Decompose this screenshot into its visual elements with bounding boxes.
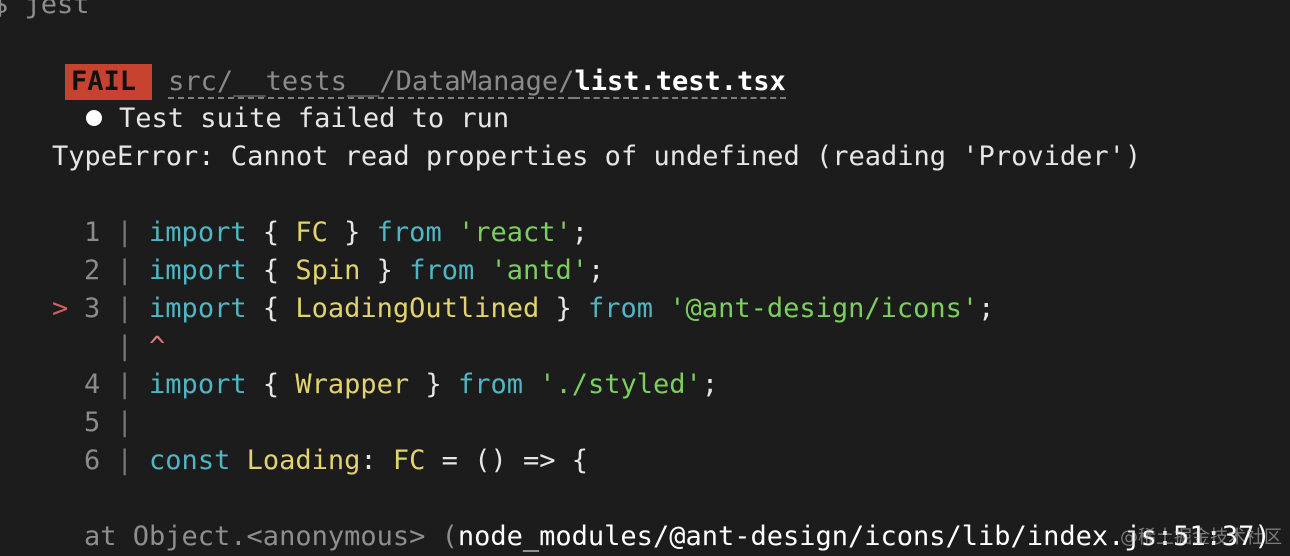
code-line: 4 | import { Wrapper } from './styled'; [52, 366, 718, 404]
gutter-separator: | [100, 293, 150, 324]
identifier: LoadingOutlined [295, 293, 540, 324]
keyword: import [149, 217, 247, 248]
keyword: from [376, 217, 442, 248]
punctuation: { [246, 255, 296, 286]
line-number: 6 [84, 445, 101, 476]
keyword: from [457, 369, 523, 400]
code-line: 6 | const Loading: FC = () => { [52, 442, 588, 480]
gutter-separator: | [100, 407, 133, 438]
code-line: 2 | import { Spin } from 'antd'; [52, 252, 604, 290]
punctuation: ; [588, 255, 605, 286]
keyword: from [409, 255, 475, 286]
terminal-output: $ jest FAIL src/__tests__/DataManage/list… [0, 0, 1290, 556]
gutter-separator: | [100, 369, 150, 400]
line-number: 1 [84, 217, 101, 248]
string-literal: '@ant-design/icons' [669, 293, 979, 324]
test-result-header: FAIL src/__tests__/DataManage/list.test.t… [0, 25, 786, 100]
stack-prefix: at Object.<anonymous> ( [84, 521, 458, 552]
code-line: 1 | import { FC } from 'react'; [52, 214, 588, 252]
line-number: 2 [84, 255, 101, 286]
identifier: FC [295, 217, 328, 248]
identifier: Loading [246, 445, 361, 476]
line-number: 3 [84, 293, 101, 324]
line-number: 4 [84, 369, 101, 400]
error-line-marker: > [52, 293, 69, 324]
punctuation: ; [978, 293, 995, 324]
string-literal: 'antd' [490, 255, 589, 286]
punctuation: } [327, 217, 377, 248]
punctuation: ; [571, 217, 589, 248]
punctuation [474, 255, 490, 286]
punctuation: : [360, 445, 393, 476]
keyword: const [149, 445, 231, 476]
identifier: Spin [295, 255, 361, 286]
stack-trace-line: at Object.<anonymous> (node_modules/@ant… [84, 518, 1271, 556]
punctuation: } [360, 255, 410, 286]
command-prompt: $ jest [0, 0, 90, 20]
bullet-icon [86, 109, 103, 126]
identifier: Wrapper [295, 369, 410, 400]
error-caret: ^ [149, 331, 166, 362]
punctuation [230, 445, 246, 476]
punctuation [653, 293, 669, 324]
keyword: from [588, 293, 654, 324]
gutter-separator: | [100, 331, 150, 362]
code-line-error: >3 | import { LoadingOutlined } from '@a… [52, 290, 994, 328]
error-message: TypeError: Cannot read properties of und… [52, 141, 1142, 172]
punctuation: { [246, 369, 296, 400]
punctuation: } [409, 369, 458, 400]
punctuation: = () => { [425, 445, 588, 476]
gutter-separator: | [100, 255, 150, 286]
keyword: import [149, 255, 247, 286]
punctuation [523, 369, 539, 400]
keyword: import [149, 293, 247, 324]
punctuation: } [539, 293, 588, 324]
gutter-separator: | [100, 217, 150, 248]
string-literal: './styled' [539, 369, 702, 400]
suite-failure-row: Test suite failed to run [18, 62, 509, 134]
code-line: 5 | [52, 404, 133, 442]
string-literal: 'react' [457, 217, 572, 248]
line-number [84, 331, 100, 362]
gutter-separator: | [100, 445, 150, 476]
line-number: 5 [84, 407, 101, 438]
punctuation: ; [701, 369, 719, 400]
punctuation [442, 217, 458, 248]
punctuation: { [246, 293, 296, 324]
test-path-file[interactable]: list.test.tsx [574, 66, 786, 99]
punctuation: { [246, 217, 296, 248]
keyword: import [149, 369, 247, 400]
code-caret-line: | ^ [52, 328, 166, 366]
type-identifier: FC [392, 445, 426, 476]
watermark: @稀土掘金技术社区 [1120, 527, 1282, 548]
suite-message: Test suite failed to run [119, 103, 510, 134]
